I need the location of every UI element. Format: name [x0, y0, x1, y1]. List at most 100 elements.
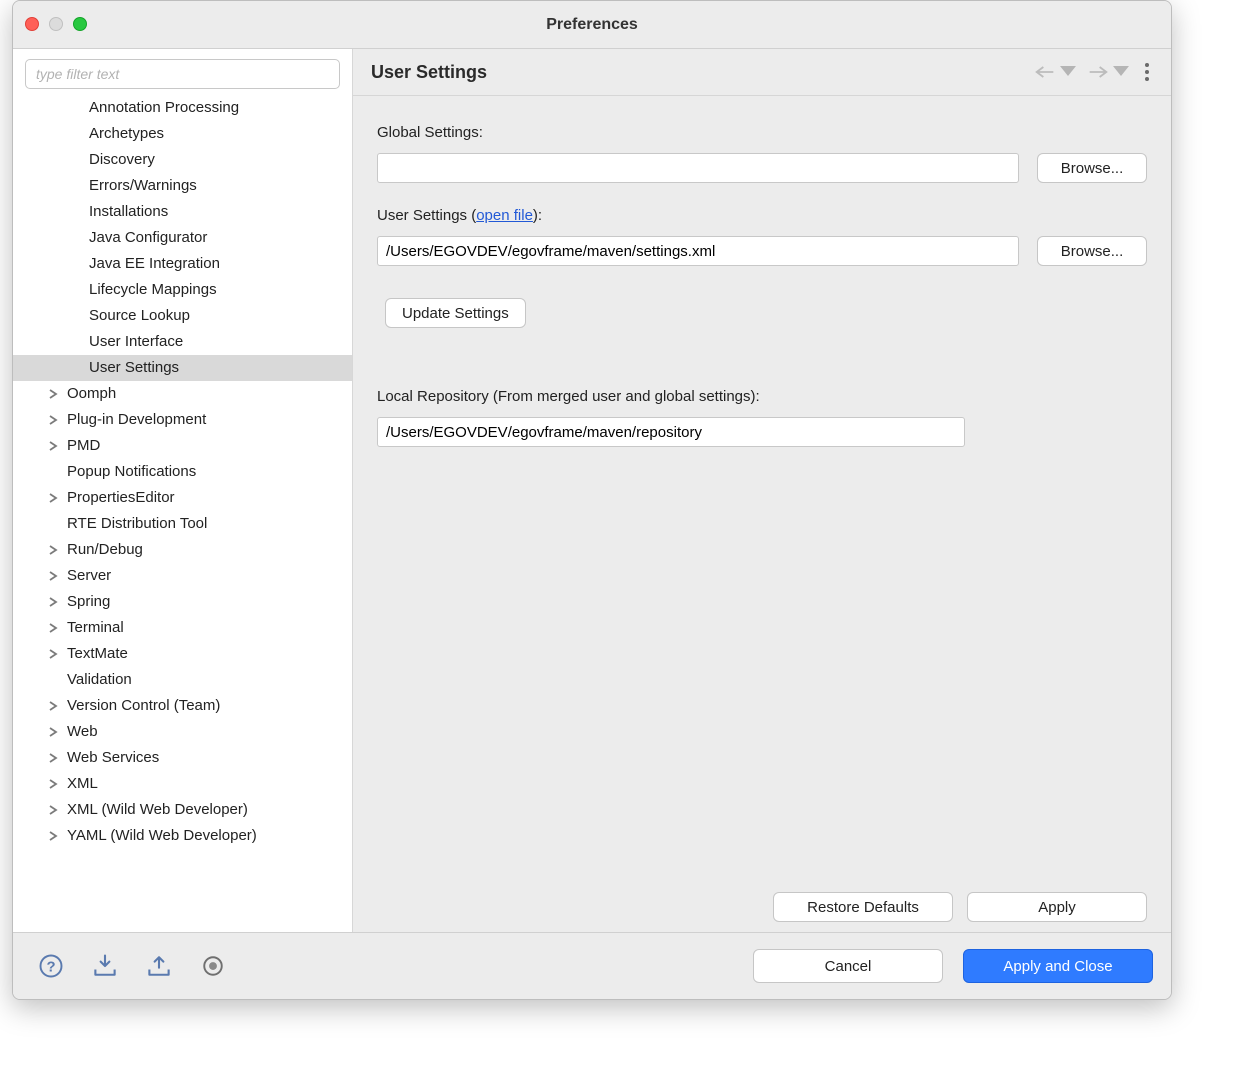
update-settings-button[interactable]: Update Settings — [385, 298, 526, 328]
tree-item-label: Java Configurator — [89, 226, 207, 249]
tree-item[interactable]: Lifecycle Mappings — [13, 277, 352, 303]
chevron-right-icon[interactable] — [45, 623, 61, 633]
tree-item-label: Plug-in Development — [67, 408, 206, 431]
tree-item-label: User Settings — [89, 356, 179, 379]
tree-item-label: PropertiesEditor — [67, 486, 175, 509]
zoom-window-button[interactable] — [73, 17, 87, 31]
import-icon — [91, 952, 119, 980]
tree-item-label: XML (Wild Web Developer) — [67, 798, 248, 821]
tree-item-label: Archetypes — [89, 122, 164, 145]
tree-item[interactable]: User Interface — [13, 329, 352, 355]
tree-item[interactable]: Errors/Warnings — [13, 173, 352, 199]
tree-item[interactable]: Installations — [13, 199, 352, 225]
chevron-right-icon[interactable] — [45, 727, 61, 737]
tree-item[interactable]: Validation — [13, 667, 352, 693]
tree-item[interactable]: Annotation Processing — [13, 95, 352, 121]
tree-item[interactable]: Spring — [13, 589, 352, 615]
tree-item[interactable]: Run/Debug — [13, 537, 352, 563]
body: Annotation ProcessingArchetypes Discovery… — [13, 49, 1171, 933]
chevron-right-icon[interactable] — [45, 779, 61, 789]
dialog-footer: ? Cancel Apply and Close — [13, 933, 1171, 999]
tree-item[interactable]: Oomph — [13, 381, 352, 407]
titlebar: Preferences — [13, 1, 1171, 49]
apply-button[interactable]: Apply — [967, 892, 1147, 922]
window-controls — [25, 17, 87, 31]
open-file-link[interactable]: open file — [476, 207, 533, 224]
tree-item[interactable]: Server — [13, 563, 352, 589]
export-button[interactable] — [143, 950, 175, 982]
tree-item[interactable]: Popup Notifications — [13, 459, 352, 485]
tree-item[interactable]: XML — [13, 771, 352, 797]
tree-item-label: Discovery — [89, 148, 155, 171]
chevron-right-icon[interactable] — [45, 805, 61, 815]
sidebar: Annotation ProcessingArchetypes Discovery… — [13, 49, 353, 932]
tree-item-label: Lifecycle Mappings — [89, 278, 217, 301]
global-settings-input[interactable] — [377, 153, 1019, 183]
chevron-right-icon[interactable] — [45, 701, 61, 711]
tree-item[interactable]: User Settings — [13, 355, 352, 381]
nav-forward-button[interactable] — [1088, 64, 1131, 80]
tree-item-label: Oomph — [67, 382, 116, 405]
oomph-recorder-button[interactable] — [197, 950, 229, 982]
svg-text:?: ? — [46, 959, 55, 975]
help-button[interactable]: ? — [35, 950, 67, 982]
tree-item-label: Java EE Integration — [89, 252, 220, 275]
tree-item-label: PMD — [67, 434, 100, 457]
tree-item-label: User Interface — [89, 330, 183, 353]
chevron-right-icon[interactable] — [45, 389, 61, 399]
tree-item-label: YAML (Wild Web Developer) — [67, 824, 257, 847]
chevron-right-icon[interactable] — [45, 597, 61, 607]
tree-item-label: Spring — [67, 590, 110, 613]
preferences-window: Preferences Annotation ProcessingArchety… — [12, 0, 1172, 1000]
tree-item[interactable]: XML (Wild Web Developer) — [13, 797, 352, 823]
minimize-window-button[interactable] — [49, 17, 63, 31]
page-title: User Settings — [371, 62, 487, 83]
nav-back-button[interactable] — [1035, 64, 1078, 80]
help-icon: ? — [37, 952, 65, 980]
dropdown-caret-icon — [1111, 64, 1131, 80]
local-repo-input[interactable] — [377, 417, 965, 447]
tree-item[interactable]: Discovery — [13, 147, 352, 173]
tree-item-label: Server — [67, 564, 111, 587]
browse-global-button[interactable]: Browse... — [1037, 153, 1147, 183]
tree-item[interactable]: PropertiesEditor — [13, 485, 352, 511]
tree-item[interactable]: Java EE Integration — [13, 251, 352, 277]
filter-input[interactable] — [25, 59, 340, 89]
tree-item[interactable]: Source Lookup — [13, 303, 352, 329]
tree-item[interactable]: Java Configurator — [13, 225, 352, 251]
chevron-right-icon[interactable] — [45, 831, 61, 841]
close-window-button[interactable] — [25, 17, 39, 31]
arrow-left-icon — [1035, 64, 1055, 80]
tree-item[interactable]: Terminal — [13, 615, 352, 641]
chevron-right-icon[interactable] — [45, 545, 61, 555]
import-button[interactable] — [89, 950, 121, 982]
tree-item[interactable]: Web Services — [13, 745, 352, 771]
tree-item-label: Source Lookup — [89, 304, 190, 327]
tree-item-label: Validation — [67, 668, 132, 691]
chevron-right-icon[interactable] — [45, 753, 61, 763]
tree-item-label: Terminal — [67, 616, 124, 639]
tree-item[interactable]: RTE Distribution Tool — [13, 511, 352, 537]
tree-item[interactable]: Plug-in Development — [13, 407, 352, 433]
tree-item-label: Popup Notifications — [67, 460, 196, 483]
tree-item[interactable]: TextMate — [13, 641, 352, 667]
tree-item[interactable]: PMD — [13, 433, 352, 459]
tree-item[interactable]: Web — [13, 719, 352, 745]
chevron-right-icon[interactable] — [45, 493, 61, 503]
apply-and-close-button[interactable]: Apply and Close — [963, 949, 1153, 983]
chevron-right-icon[interactable] — [45, 571, 61, 581]
tree-item[interactable]: YAML (Wild Web Developer) — [13, 823, 352, 849]
user-settings-input[interactable] — [377, 236, 1019, 266]
preference-tree[interactable]: Annotation ProcessingArchetypes Discovery… — [13, 93, 352, 932]
browse-user-button[interactable]: Browse... — [1037, 236, 1147, 266]
chevron-right-icon[interactable] — [45, 649, 61, 659]
dropdown-caret-icon — [1058, 64, 1078, 80]
tree-item[interactable]: Archetypes — [13, 121, 352, 147]
chevron-right-icon[interactable] — [45, 441, 61, 451]
header-toolbar — [1035, 61, 1153, 83]
restore-defaults-button[interactable]: Restore Defaults — [773, 892, 953, 922]
view-menu-button[interactable] — [1141, 61, 1153, 83]
chevron-right-icon[interactable] — [45, 415, 61, 425]
tree-item[interactable]: Version Control (Team) — [13, 693, 352, 719]
cancel-button[interactable]: Cancel — [753, 949, 943, 983]
